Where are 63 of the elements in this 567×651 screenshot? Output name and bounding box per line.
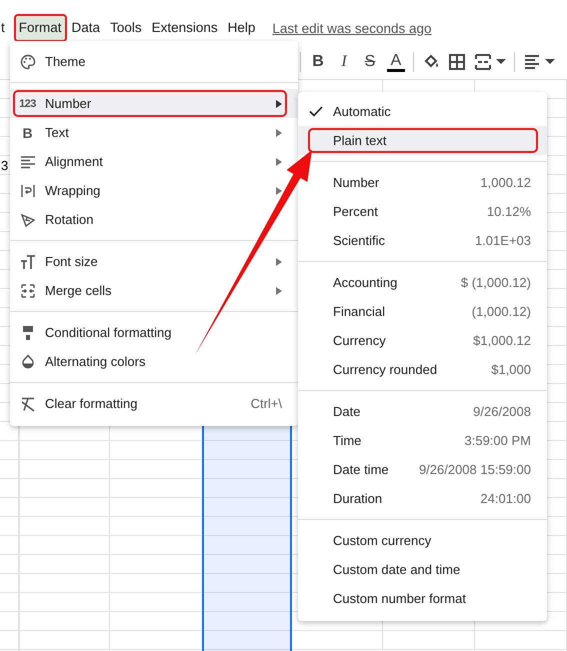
- palette-icon: [20, 54, 36, 70]
- menu-item[interactable]: Date 9/26/2008: [298, 397, 547, 426]
- menu-item[interactable]: 123 Number: [10, 89, 298, 118]
- menu-item[interactable]: Number 1,000.12: [298, 168, 547, 197]
- align-icon[interactable]: [523, 52, 541, 70]
- format-example: 24:01:00: [480, 491, 531, 506]
- menu-item[interactable]: Percent 10.12%: [298, 197, 547, 226]
- menu-item[interactable]: Alternating colors: [10, 347, 298, 376]
- menu-item[interactable]: Custom currency: [298, 526, 547, 555]
- format-example: $1,000.12: [473, 333, 531, 348]
- menu-item[interactable]: Automatic: [298, 97, 547, 126]
- strikethrough-button[interactable]: S: [361, 52, 379, 70]
- menu-item[interactable]: Alignment: [10, 147, 298, 176]
- italic-button[interactable]: I: [335, 52, 353, 70]
- menu-item[interactable]: Conditional formatting: [10, 318, 298, 347]
- format-example: 3:59:00 PM: [464, 433, 531, 448]
- format-example: 1,000.12: [480, 175, 531, 190]
- caret-icon[interactable]: [496, 59, 506, 64]
- menu-item[interactable]: B Text: [10, 118, 298, 147]
- text-color-button[interactable]: A: [387, 52, 405, 72]
- wrap-icon: [20, 182, 36, 198]
- menu-bar-item[interactable]: Tools: [105, 14, 147, 42]
- menu-item[interactable]: Currency rounded $1,000: [298, 355, 547, 384]
- merge-cells-icon[interactable]: [474, 52, 492, 70]
- merge-cells-icon: [20, 282, 36, 298]
- format-glyph-icon: 123: [19, 98, 36, 110]
- menu-bar-item[interactable]: Data: [66, 14, 106, 42]
- format-example: (1,000.12): [472, 304, 531, 319]
- menu-item[interactable]: Clear formatting Ctrl+\: [10, 389, 298, 418]
- clear-formatting-icon: [20, 396, 36, 412]
- caret-icon[interactable]: [545, 59, 555, 64]
- format-example: 1.01E+03: [474, 233, 531, 248]
- shortcut-text: Ctrl+\: [250, 396, 282, 411]
- droplet-icon: [20, 354, 36, 370]
- menu-item[interactable]: Duration 24:01:00: [298, 484, 547, 513]
- format-example: 9/26/2008 15:59:00: [418, 462, 531, 477]
- menu-item[interactable]: Custom number format: [298, 584, 547, 613]
- menu-item[interactable]: Financial (1,000.12): [298, 297, 547, 326]
- menu-bar-item[interactable]: t: [0, 14, 10, 42]
- menu-item[interactable]: Custom date and time: [298, 555, 547, 584]
- align-icon: [20, 154, 36, 170]
- rotate-icon: [20, 212, 36, 228]
- menu-item[interactable]: Rotation: [10, 205, 298, 234]
- menu-bar-item[interactable]: Format: [14, 14, 67, 42]
- menu-item[interactable]: Time 3:59:00 PM: [298, 426, 547, 455]
- menu-item[interactable]: Theme: [10, 47, 298, 76]
- borders-icon[interactable]: [448, 52, 466, 70]
- cell-value: 3: [1, 158, 8, 173]
- menu-item[interactable]: Currency $1,000.12: [298, 326, 547, 355]
- menu-item[interactable]: Scientific 1.01E+03: [298, 226, 547, 255]
- menu-bar-item[interactable]: Extensions: [146, 14, 223, 42]
- font-size-icon: [20, 254, 36, 270]
- last-edit-link[interactable]: Last edit was seconds ago: [272, 20, 432, 36]
- format-glyph-icon: B: [22, 124, 33, 140]
- format-example: $1,000: [491, 362, 531, 377]
- menu-bar-item[interactable]: Help: [222, 14, 260, 42]
- format-example: 9/26/2008: [473, 404, 531, 419]
- bold-button[interactable]: B: [309, 52, 327, 70]
- menu-item[interactable]: Date time 9/26/2008 15:59:00: [298, 455, 547, 484]
- menu-item[interactable]: Accounting $ (1,000.12): [298, 268, 547, 297]
- format-example: $ (1,000.12): [460, 275, 531, 290]
- format-example: 10.12%: [486, 204, 531, 219]
- menu-item[interactable]: Plain text: [298, 126, 547, 155]
